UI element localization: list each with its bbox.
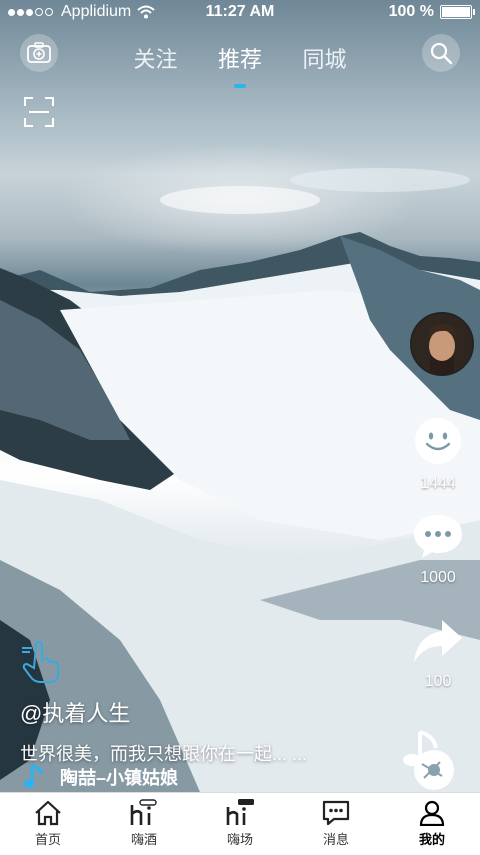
hi-drink-icon	[130, 799, 157, 825]
battery-percent: 100 %	[388, 3, 434, 20]
share-action[interactable]: 100	[396, 618, 480, 691]
share-arrow-icon	[414, 620, 462, 662]
tab-following[interactable]: 关注	[134, 42, 178, 74]
comment-icon	[414, 515, 462, 558]
search-button[interactable]	[422, 34, 460, 72]
top-navigation: 关注 推荐 同城	[0, 34, 480, 88]
tab-profile[interactable]: 我的	[384, 793, 480, 855]
tab-home[interactable]: 首页	[0, 793, 96, 855]
video-description: 世界很美，而我只想跟你在一起... ...	[20, 744, 308, 764]
feed-tabs: 关注 推荐 同城	[0, 42, 480, 88]
tab-messages-label: 消息	[322, 832, 349, 847]
tab-messages[interactable]: 消息	[288, 793, 384, 855]
home-icon	[35, 800, 61, 826]
profile-icon	[419, 800, 445, 826]
tab-profile-label: 我的	[418, 832, 445, 847]
like-action[interactable]: 1444	[396, 416, 480, 493]
tab-hi-venue-label: 嗨场	[226, 832, 253, 847]
tab-home-label: 首页	[34, 832, 61, 847]
status-bar: Applidium 11:27 AM 100 %	[0, 0, 480, 24]
tab-hi-venue[interactable]: 嗨场	[192, 793, 288, 855]
scan-icon[interactable]	[24, 97, 54, 127]
music-disc-icon[interactable]	[398, 728, 462, 792]
video-caption: @执着人生 世界很美，而我只想跟你在一起... ...	[20, 696, 307, 766]
video-background[interactable]: Applidium 11:27 AM 100 % 关注 推荐 同城 1444 1…	[0, 0, 480, 792]
avatar-portrait	[412, 314, 472, 374]
music-info[interactable]: 陶喆–小镇姑娘	[24, 764, 178, 790]
tap-hand-icon	[22, 640, 59, 683]
comment-count: 1000	[420, 569, 456, 586]
music-title: 陶喆–小镇姑娘	[60, 768, 179, 788]
music-note-icon	[24, 764, 44, 788]
share-count: 100	[424, 673, 452, 690]
hi-party-icon	[226, 799, 254, 825]
battery-icon	[440, 5, 475, 19]
username[interactable]: @执着人生	[20, 696, 307, 728]
bottom-tab-bar: 首页 嗨酒 嗨场 消息 我的	[0, 792, 480, 855]
tab-nearby[interactable]: 同城	[302, 42, 346, 74]
comment-action[interactable]: 1000	[396, 512, 480, 587]
search-icon	[430, 42, 453, 65]
like-count: 1444	[420, 475, 456, 492]
message-icon	[322, 800, 350, 826]
tab-hi-drink-label: 嗨酒	[130, 832, 157, 847]
tab-hi-drink[interactable]: 嗨酒	[96, 793, 192, 855]
smile-icon	[415, 418, 461, 464]
tab-recommended[interactable]: 推荐	[218, 42, 262, 88]
avatar[interactable]	[410, 312, 474, 376]
